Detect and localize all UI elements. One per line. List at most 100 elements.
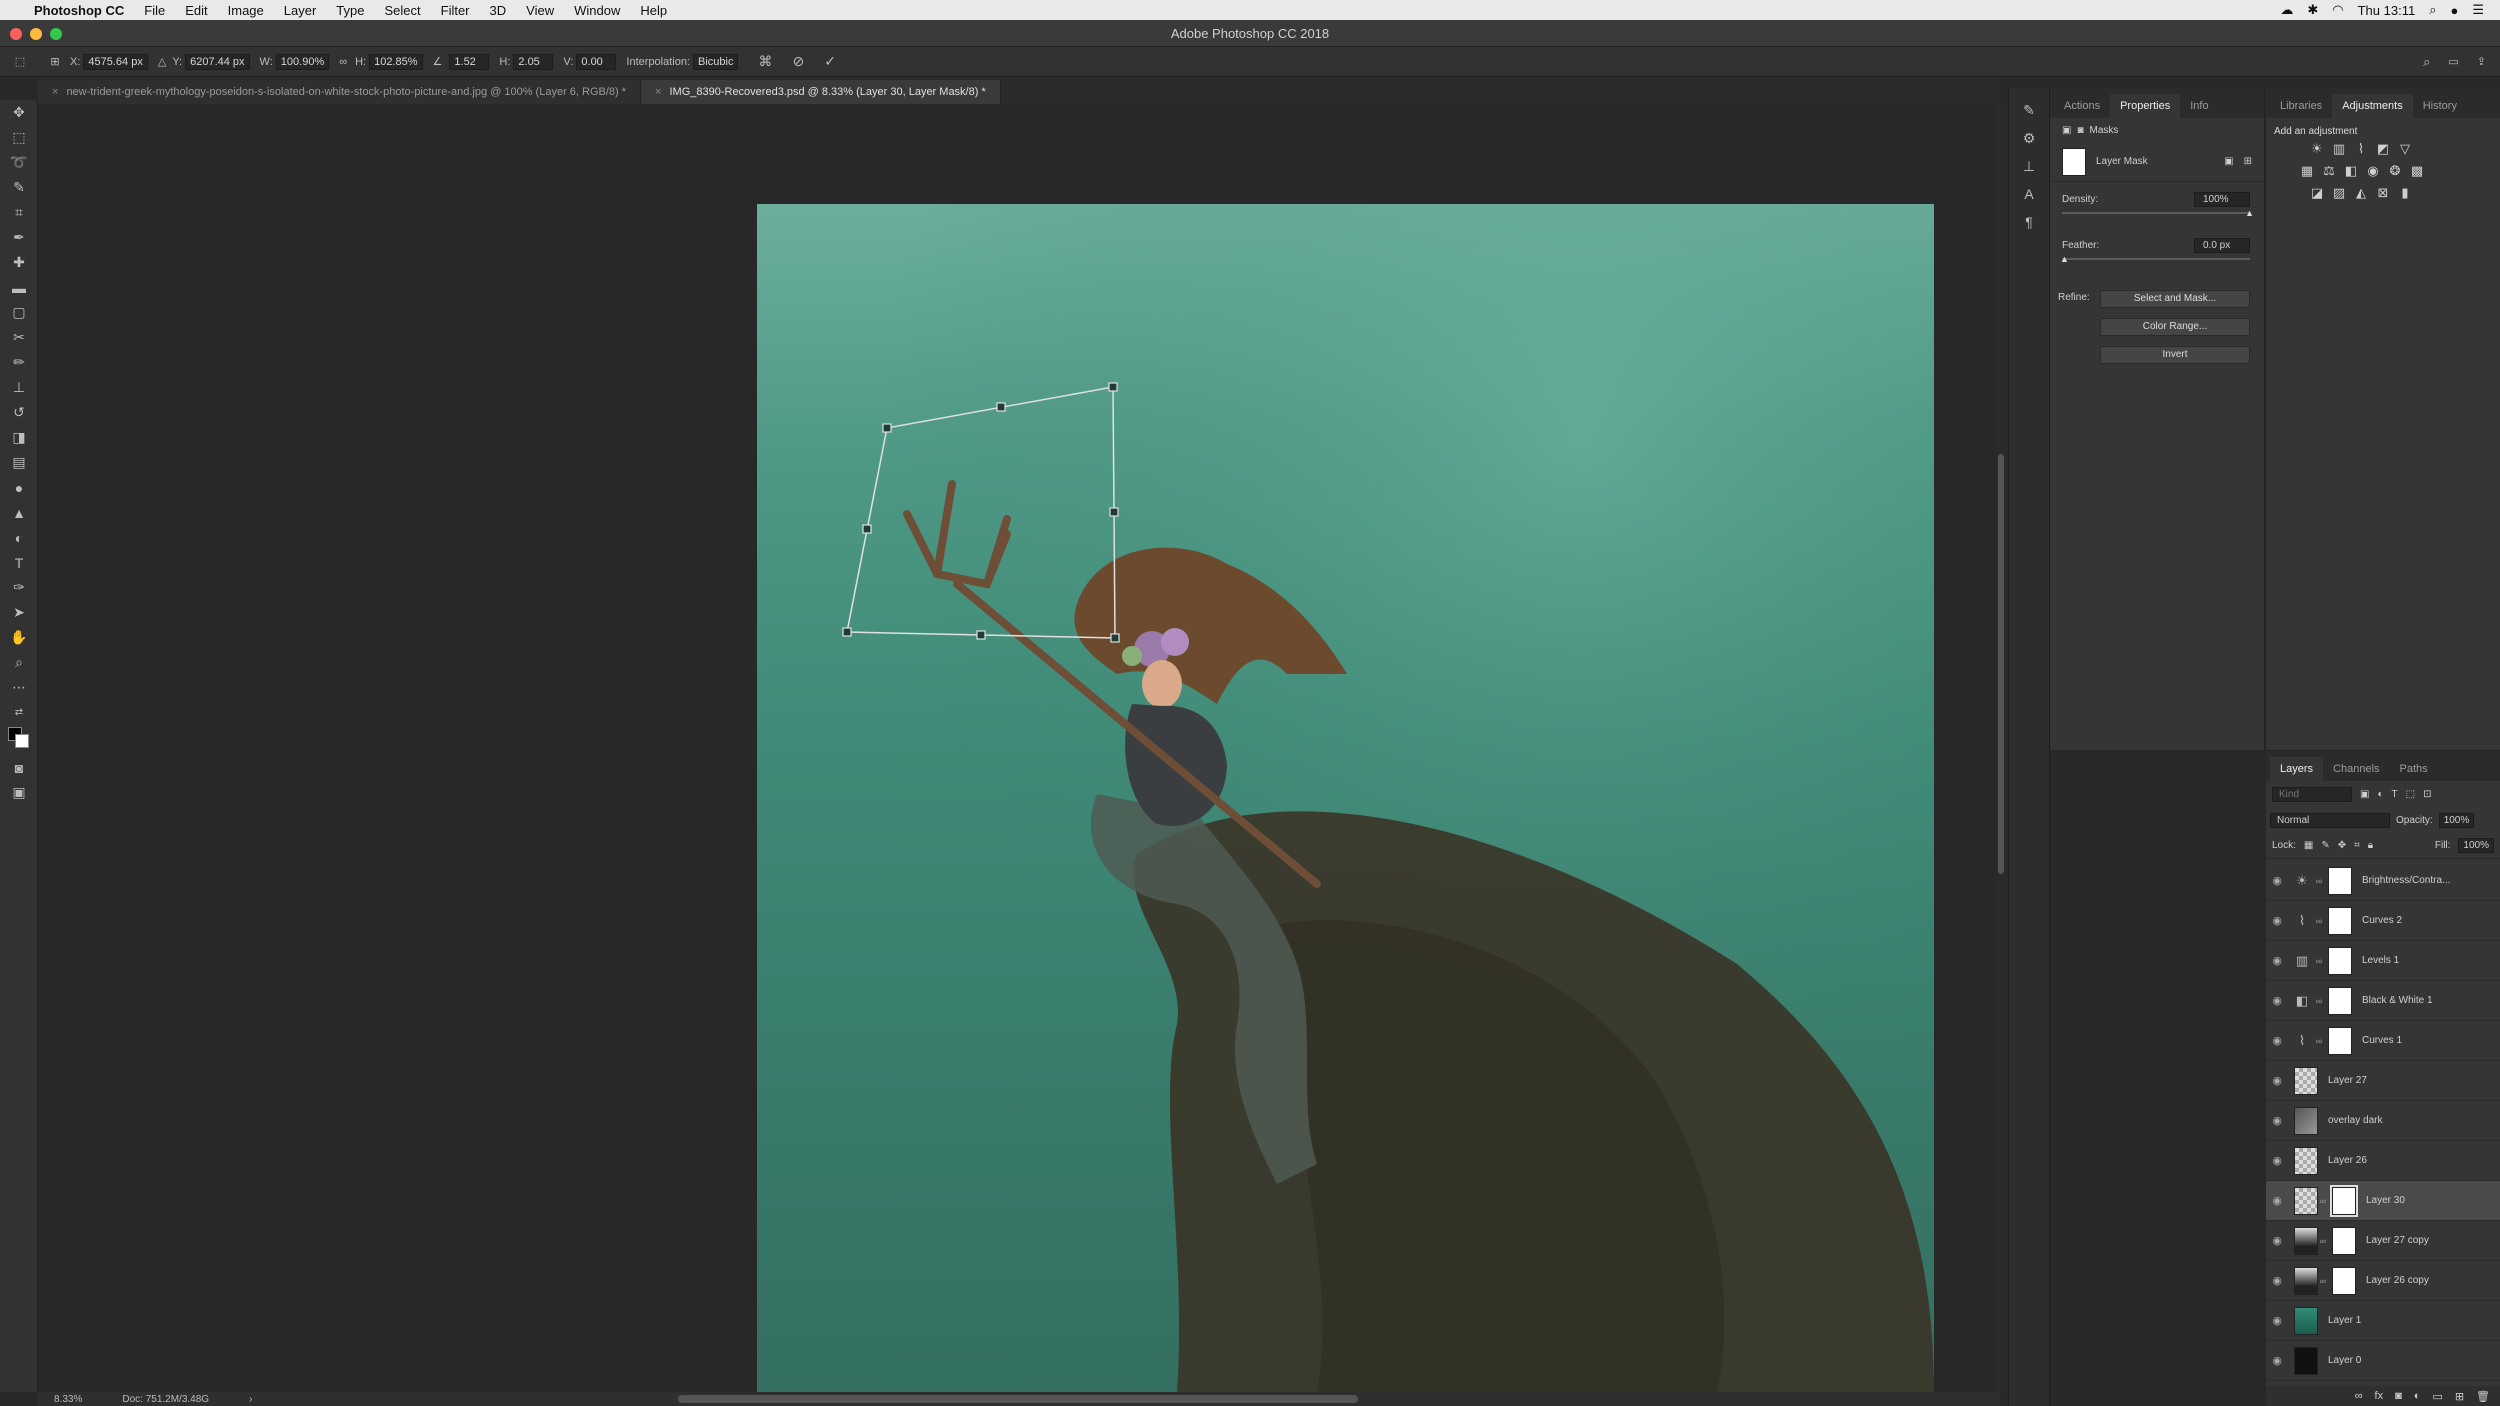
close-tab-icon[interactable]: ×	[52, 86, 58, 98]
layer-mask-thumbnail[interactable]	[2328, 906, 2352, 935]
tab-actions[interactable]: Actions	[2054, 94, 2110, 118]
layer-mask-thumbnail[interactable]	[2328, 1026, 2352, 1055]
status-expand-arrow[interactable]: ›	[249, 1394, 252, 1405]
gradient-map-icon[interactable]: ▮	[2394, 185, 2416, 201]
lock-all-icon[interactable]: 🔒︎	[2368, 840, 2373, 851]
tab-info[interactable]: Info	[2180, 94, 2218, 118]
bluetooth-icon[interactable]: ✱	[2307, 2, 2318, 18]
invert-button[interactable]: Invert	[2100, 346, 2250, 364]
path-select-tool-icon[interactable]: ➤	[0, 600, 38, 625]
search-icon[interactable]: ⌕	[2423, 54, 2430, 70]
color-range-button[interactable]: Color Range...	[2100, 318, 2250, 336]
layer-thumbnail[interactable]	[2294, 1226, 2318, 1255]
pixel-mask-icon[interactable]: ▣	[2062, 125, 2071, 136]
layer-row[interactable]: ◉ ∞ Layer 26 copy	[2266, 1261, 2500, 1301]
layer-style-icon[interactable]: fx	[2375, 1390, 2384, 1402]
blur-tool-icon[interactable]: ●	[0, 475, 38, 500]
tab-layers[interactable]: Layers	[2270, 757, 2324, 781]
type-tool-icon[interactable]: T	[0, 550, 38, 575]
width-field[interactable]: 100.90%	[275, 53, 330, 70]
selective-color-icon[interactable]: ⊠	[2372, 185, 2394, 201]
layer-thumbnail[interactable]	[2294, 1266, 2318, 1295]
delete-layer-icon[interactable]: 🗑︎	[2476, 1390, 2490, 1403]
layer-mask-thumbnail[interactable]	[2328, 946, 2352, 975]
visibility-eye-icon[interactable]: ◉	[2266, 1034, 2288, 1047]
hue-saturation-icon[interactable]: ▦	[2296, 163, 2318, 179]
menu-image[interactable]: Image	[218, 3, 274, 18]
mask-link-icon[interactable]: ∞	[2314, 916, 2324, 926]
layer-row[interactable]: ◉ overlay dark	[2266, 1101, 2500, 1141]
menu-edit[interactable]: Edit	[175, 3, 217, 18]
filter-pixel-icon[interactable]: ▣	[2360, 789, 2369, 800]
layer-thumbnail[interactable]	[2294, 1306, 2318, 1335]
tab-adjustments[interactable]: Adjustments	[2332, 94, 2413, 118]
menu-filter[interactable]: Filter	[431, 3, 480, 18]
paragraph-icon[interactable]: ¶	[2009, 208, 2049, 236]
close-window-button[interactable]	[10, 28, 22, 40]
share-icon[interactable]: ⇪	[2477, 55, 2486, 68]
commit-transform-icon[interactable]: ✓	[824, 53, 836, 70]
crop-tool-icon[interactable]: ⌗	[0, 200, 38, 225]
stamp-tool-icon[interactable]: ⊥	[0, 375, 38, 400]
add-mask-icon[interactable]: ◙	[2395, 1390, 2402, 1402]
layer-kind-filter[interactable]: Kind	[2272, 786, 2352, 802]
curves-icon[interactable]: ⌇	[2350, 141, 2372, 157]
density-slider[interactable]	[2062, 212, 2250, 214]
select-and-mask-button[interactable]: Select and Mask...	[2100, 290, 2250, 308]
layer-thumbnail[interactable]	[2294, 1146, 2318, 1175]
minimize-window-button[interactable]	[30, 28, 42, 40]
menu-help[interactable]: Help	[630, 3, 677, 18]
tool-presets-icon[interactable]: ⚙	[2009, 124, 2049, 152]
character-icon[interactable]: A	[2009, 180, 2049, 208]
tab-trident-document[interactable]: × new-trident-greek-mythology-poseidon-s-…	[38, 80, 642, 104]
filter-type-icon[interactable]: T	[2392, 789, 2398, 800]
visibility-eye-icon[interactable]: ◉	[2266, 874, 2288, 887]
swap-colors-icon[interactable]: ⇄	[0, 700, 38, 725]
angle-field[interactable]: 1.52	[449, 53, 490, 70]
reference-point-icon[interactable]: ⊞	[40, 55, 70, 68]
visibility-eye-icon[interactable]: ◉	[2266, 1074, 2288, 1087]
sharpen-tool-icon[interactable]: ▲	[0, 500, 38, 525]
mask-link-icon[interactable]: ∞	[2314, 876, 2324, 886]
filter-shape-icon[interactable]: ⬚	[2406, 789, 2415, 800]
height-field[interactable]: 102.85%	[369, 53, 423, 70]
delta-icon[interactable]: △	[158, 55, 166, 68]
add-vector-mask-icon[interactable]: ⊞	[2244, 156, 2252, 167]
tab-properties[interactable]: Properties	[2110, 94, 2181, 118]
brush-tool-icon[interactable]: ✏	[0, 350, 38, 375]
menu-layer[interactable]: Layer	[274, 3, 327, 18]
filter-smart-icon[interactable]: ⊡	[2423, 789, 2431, 800]
eyedropper-tool-icon[interactable]: ✒	[0, 225, 38, 250]
lock-position-icon[interactable]: ✥	[2338, 840, 2346, 851]
exposure-icon[interactable]: ◩	[2372, 141, 2394, 157]
menu-view[interactable]: View	[516, 3, 564, 18]
menu-app-name[interactable]: Photoshop CC	[28, 3, 134, 18]
feather-slider[interactable]	[2062, 258, 2250, 260]
hand-tool-icon[interactable]: ✋	[0, 625, 38, 650]
density-field[interactable]: 100%	[2194, 192, 2250, 207]
layer-row[interactable]: ◉ ⌇ ∞ Curves 2	[2266, 901, 2500, 941]
photo-filter-icon[interactable]: ◉	[2362, 163, 2384, 179]
y-field[interactable]: 6207.44 px	[185, 53, 250, 70]
cancel-transform-icon[interactable]: ⊘	[792, 53, 804, 70]
mask-link-icon[interactable]: ∞	[2318, 1276, 2328, 1286]
visibility-eye-icon[interactable]: ◉	[2266, 1114, 2288, 1127]
marquee-tool-icon[interactable]: ⬚	[0, 125, 38, 150]
layer-thumbnail[interactable]	[2294, 1106, 2318, 1135]
visibility-eye-icon[interactable]: ◉	[2266, 914, 2288, 927]
layer-thumbnail[interactable]	[2294, 1346, 2318, 1375]
layer-row[interactable]: ◉ Layer 1	[2266, 1301, 2500, 1341]
history-brush-tool-icon[interactable]: ↺	[0, 400, 38, 425]
new-layer-icon[interactable]: ⊞	[2455, 1390, 2464, 1403]
menu-file[interactable]: File	[134, 3, 175, 18]
background-color-swatch[interactable]	[15, 734, 29, 748]
tab-active-document[interactable]: × IMG_8390-Recovered3.psd @ 8.33% (Layer …	[641, 80, 1001, 104]
interpolation-select[interactable]: Bicubic	[693, 53, 739, 70]
frame-tool-icon[interactable]: ▢	[0, 300, 38, 325]
new-group-icon[interactable]: ▭	[2432, 1390, 2442, 1403]
mask-link-icon[interactable]: ∞	[2314, 1036, 2324, 1046]
invert-adjust-icon[interactable]: ◪	[2306, 185, 2328, 201]
new-adjustment-icon[interactable]: ◐	[2414, 1390, 2421, 1402]
clone-source-icon[interactable]: ⊥	[2009, 152, 2049, 180]
mask-link-icon[interactable]: ∞	[2314, 956, 2324, 966]
